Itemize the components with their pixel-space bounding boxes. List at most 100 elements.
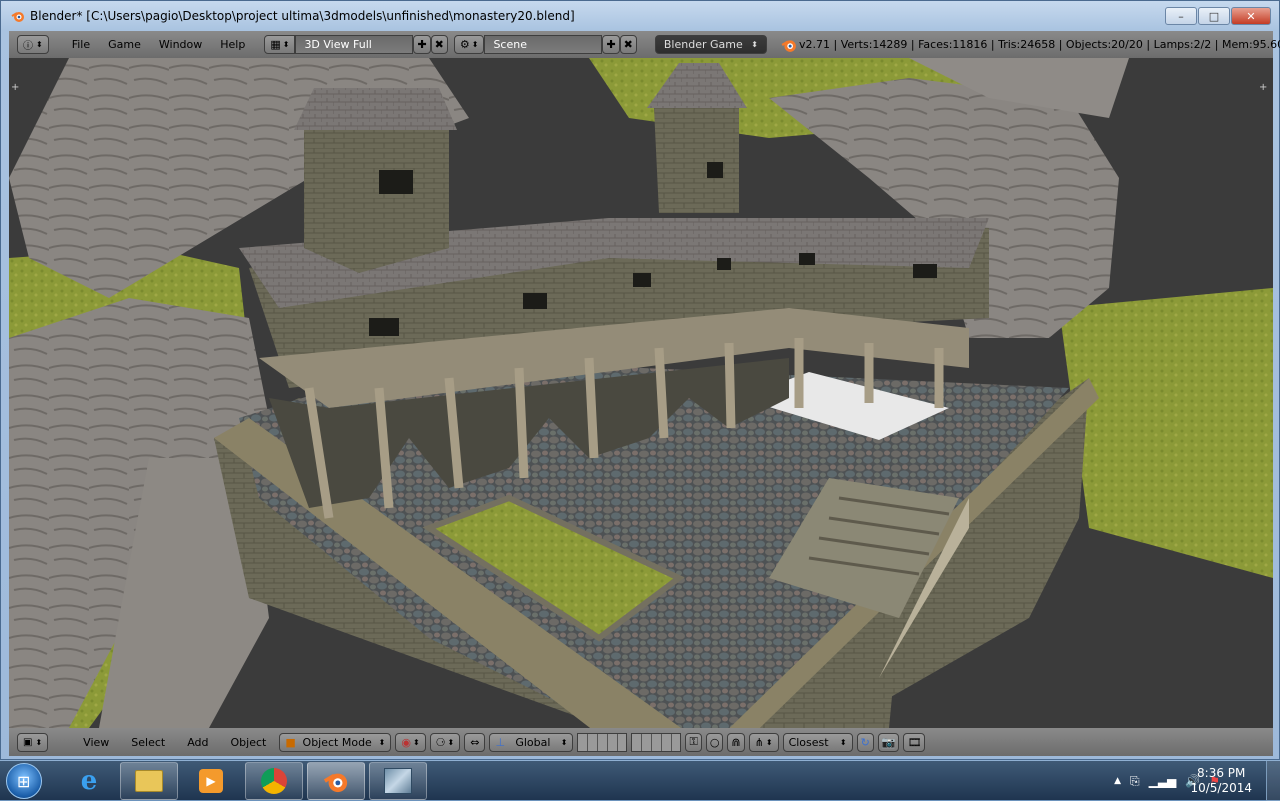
layer-buttons-group-2[interactable] (631, 732, 682, 752)
window-title: Blender* [C:\Users\pagio\Desktop\project… (30, 9, 575, 23)
chevron-updown-icon: ⬍ (839, 737, 847, 747)
scene-icon-button[interactable]: ⚙ ⬍ (453, 35, 485, 54)
transform-orientation-label: Global (515, 735, 551, 749)
chevron-updown-icon: ⬍ (560, 737, 568, 747)
network-signal-icon[interactable]: ▁▃▅ (1149, 774, 1177, 788)
tower-left (304, 128, 449, 273)
usb-device-icon[interactable]: ⎘ (1130, 774, 1140, 789)
menu-select[interactable]: Select (122, 736, 174, 749)
blender-frame: ⓘ ⬍ File Game Window Help ▦ ⬍ 3D View Full… (9, 31, 1280, 756)
taskbar-blender[interactable] (307, 762, 365, 800)
cloister-window (717, 258, 731, 270)
tower-window (379, 170, 413, 194)
blender-logo-icon (323, 773, 348, 793)
tower-window (707, 162, 723, 178)
interaction-mode-label: Object Mode (302, 735, 372, 749)
windows-taskbar: ⊞ e ▶ ▲ ⎘ ▁▃▅ 🔊 ⚑ 8:36 PM 10/5/2014 (0, 760, 1280, 801)
menu-add[interactable]: Add (178, 736, 217, 749)
title-bar[interactable]: Blender* [C:\Users\pagio\Desktop\project… (1, 1, 1279, 31)
cube-icon: ▣ (23, 736, 33, 748)
plus-icon: ✚ (606, 38, 616, 51)
info-header: ⓘ ⬍ File Game Window Help ▦ ⬍ 3D View Full… (9, 31, 1280, 58)
blender-window: Blender* [C:\Users\pagio\Desktop\project… (0, 0, 1280, 760)
add-scene-button[interactable]: ✚ (602, 35, 620, 54)
taskbar-media-player[interactable]: ▶ (182, 762, 240, 800)
scene-field[interactable]: Scene (484, 35, 603, 54)
cloister-window (913, 264, 937, 278)
start-button[interactable]: ⊞ (6, 763, 42, 799)
menu-object[interactable]: Object (222, 736, 276, 749)
film-icon: 🎞 (907, 735, 922, 749)
info-icon: ⓘ (23, 41, 33, 52)
screen-layout-field[interactable]: 3D View Full (295, 35, 414, 54)
editor-type-button[interactable]: ▣ ⬍ (17, 732, 49, 752)
render-engine-label: Blender Game (663, 38, 743, 51)
chevron-updown-icon: ⬍ (282, 40, 290, 49)
clock-time: 8:36 PM (1197, 766, 1246, 780)
menu-game[interactable]: Game (99, 38, 150, 51)
viewport-shading-dropdown[interactable]: ◉ ⬍ (395, 732, 426, 752)
menu-help[interactable]: Help (211, 38, 254, 51)
manipulator-icon: ⇔ (470, 735, 480, 749)
minimize-button[interactable]: – (1165, 7, 1197, 25)
taskbar-internet-explorer[interactable]: e (60, 762, 118, 800)
plus-icon: ✚ (417, 38, 427, 51)
transform-orientation-dropdown[interactable]: ⊥ Global ⬍ (489, 732, 574, 752)
snap-element-icon: ⋔ (754, 735, 764, 749)
close-button[interactable]: ✕ (1231, 7, 1271, 25)
show-desktop-button[interactable] (1266, 761, 1280, 801)
media-player-icon: ▶ (199, 769, 223, 793)
scene-icon: ⚙ (459, 38, 470, 51)
snap-element-dropdown[interactable]: ⋔ ⬍ (748, 732, 779, 752)
clock-date: 10/5/2014 (1190, 781, 1252, 795)
render-engine-dropdown[interactable]: Blender Game ⬍ (654, 35, 767, 54)
snap-toggle[interactable]: ⋒ (727, 732, 745, 752)
editor-type-button[interactable]: ⓘ ⬍ (17, 35, 49, 54)
chevron-updown-icon: ⬍ (36, 40, 43, 49)
add-screen-button[interactable]: ✚ (413, 35, 431, 54)
menu-file[interactable]: File (63, 38, 99, 51)
snap-target-label: Closest (788, 735, 829, 749)
folder-icon (135, 770, 163, 792)
menu-window[interactable]: Window (150, 38, 211, 51)
taskbar-chrome[interactable] (245, 762, 303, 800)
maximize-button[interactable]: □ (1198, 7, 1230, 25)
delete-screen-button[interactable]: ✖ (430, 35, 448, 54)
snap-rotation-button[interactable]: ↻ (856, 732, 874, 752)
chevron-updown-icon: ⬍ (471, 40, 479, 49)
cloister-window (369, 318, 399, 336)
blender-logo-icon (781, 39, 796, 52)
chevron-updown-icon: ⬍ (751, 40, 758, 49)
circle-icon: ○ (709, 735, 720, 749)
layer-buttons-group-1[interactable] (577, 732, 628, 752)
show-hidden-icons-icon[interactable]: ▲ (1114, 776, 1121, 786)
lock-icon: ⚿ (689, 735, 698, 748)
manipulator-toggle[interactable]: ⇔ (464, 732, 486, 752)
cloister-window (799, 253, 815, 265)
cloister-window (523, 293, 547, 309)
interaction-mode-dropdown[interactable]: ■ Object Mode ⬍ (279, 732, 392, 752)
internet-explorer-icon: e (80, 766, 98, 796)
viewport-header: ▣ ⬍ View Select Add Object ■ Object Mode ⬍ … (9, 728, 1273, 756)
render-animation-button[interactable]: 🎞 (903, 732, 926, 752)
app-icon (384, 768, 412, 794)
pivot-icon: ⚆ (435, 735, 446, 749)
snap-target-dropdown[interactable]: Closest ⬍ (782, 732, 853, 752)
tower-left-roof (294, 88, 457, 130)
taskbar-app[interactable] (369, 762, 427, 800)
3d-viewport[interactable]: + + (9, 58, 1273, 728)
render-still-button[interactable]: 📷 (877, 732, 900, 752)
proportional-edit-button[interactable]: ○ (705, 732, 724, 752)
taskbar-file-explorer[interactable] (120, 762, 178, 800)
chrome-icon (261, 768, 287, 794)
delete-scene-button[interactable]: ✖ (619, 35, 637, 54)
properties-toggle-icon[interactable]: + (1259, 82, 1269, 93)
screen-layout-icon-button[interactable]: ▦ ⬍ (264, 35, 296, 54)
menu-view[interactable]: View (74, 736, 118, 749)
lock-camera-button[interactable]: ⚿ (685, 732, 702, 752)
toolshelf-toggle-icon[interactable]: + (11, 82, 21, 93)
chevron-updown-icon: ⬍ (765, 737, 773, 747)
pivot-point-dropdown[interactable]: ⚆ ⬍ (429, 732, 461, 752)
taskbar-clock[interactable]: 8:36 PM 10/5/2014 (1190, 766, 1252, 796)
shading-icon: ◉ (401, 735, 411, 749)
